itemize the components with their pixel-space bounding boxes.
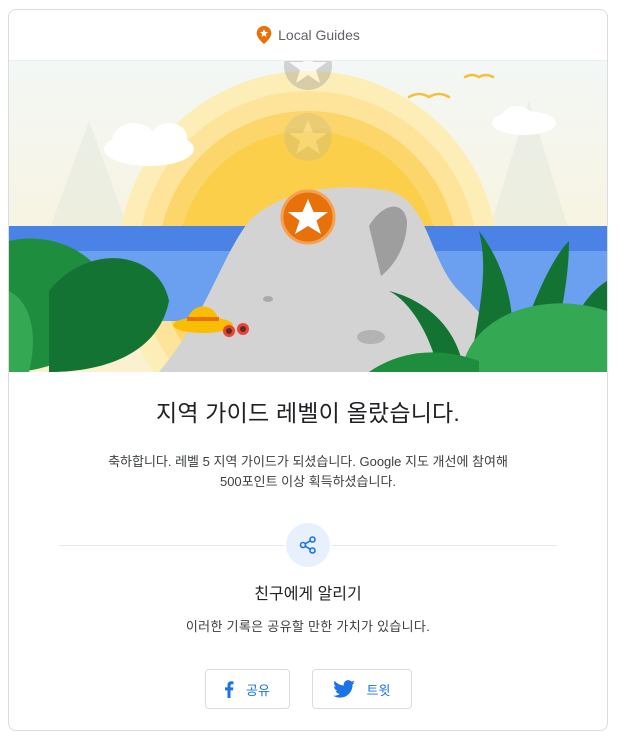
facebook-icon	[224, 680, 234, 698]
local-guides-pin-icon	[256, 26, 272, 44]
hero-illustration	[9, 61, 607, 372]
share-buttons: 공유 트윗	[9, 669, 607, 709]
description-line: 축하합니다. 레벨 5 지역 가이드가 되셨습니다. Google 지도 개선에…	[108, 454, 508, 469]
twitter-share-button[interactable]: 트윗	[311, 669, 412, 709]
email-card: Local Guides 지역 가이드 레벨이 올랐습니다. 축하합니다. 레벨…	[8, 9, 608, 731]
content: 지역 가이드 레벨이 올랐습니다. 축하합니다. 레벨 5 지역 가이드가 되셨…	[9, 394, 607, 709]
facebook-share-label: 공유	[246, 682, 270, 698]
share-title: 친구에게 알리기	[254, 586, 362, 603]
share-divider	[9, 522, 607, 568]
page-title: 지역 가이드 레벨이 올랐습니다.	[155, 400, 461, 426]
brand-name: Local Guides	[278, 27, 360, 43]
description-line: 500포인트 이상 획득하셨습니다.	[219, 474, 397, 489]
share-icon	[285, 522, 331, 568]
header: Local Guides	[9, 10, 607, 61]
twitter-icon	[332, 680, 355, 698]
description: 축하합니다. 레벨 5 지역 가이드가 되셨습니다. Google 지도 개선에…	[58, 452, 558, 492]
facebook-share-button[interactable]: 공유	[204, 669, 290, 709]
twitter-share-label: 트윗	[366, 682, 391, 698]
share-subtitle: 이러한 기록은 공유할 만한 가치가 있습니다.	[185, 619, 431, 634]
